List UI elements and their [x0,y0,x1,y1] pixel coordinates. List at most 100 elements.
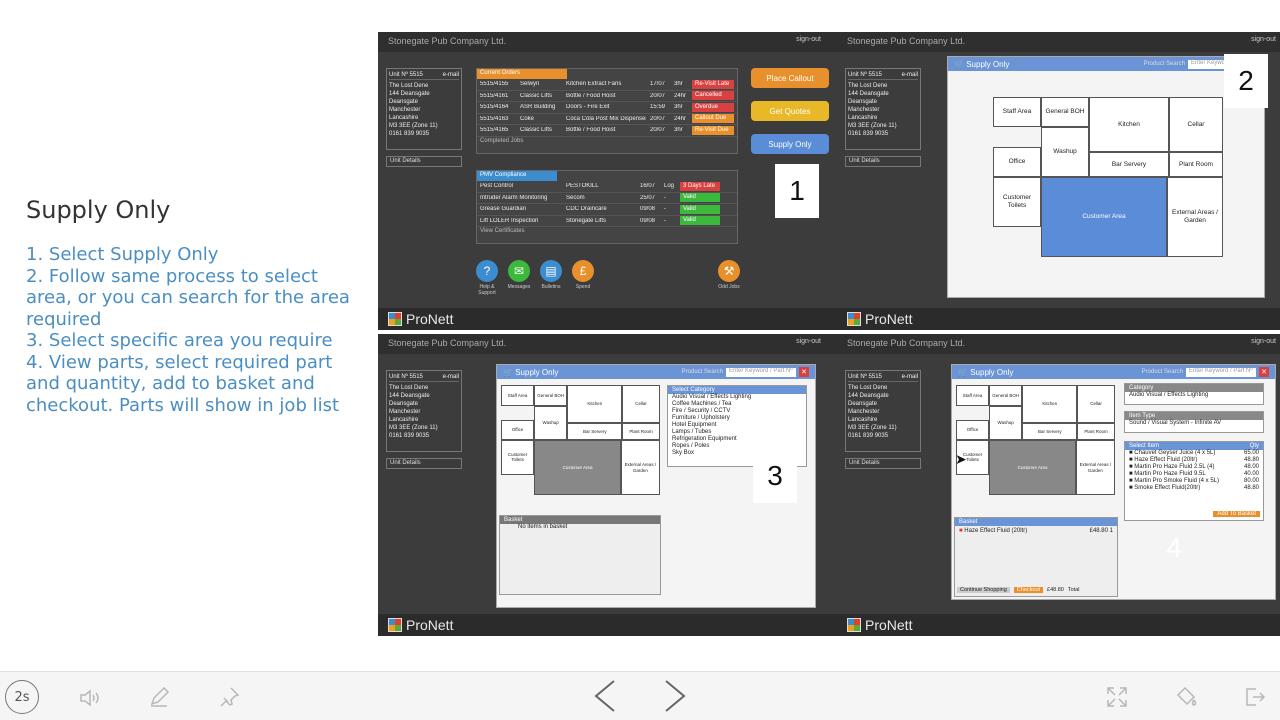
previous-arrow-icon[interactable] [590,676,620,716]
item-row[interactable]: ■ Martin Pro Smoke Fluid (4 x 5L) 80.00 [1125,478,1263,485]
unit-details-button[interactable]: Unit Details [386,458,462,469]
signout-link[interactable]: sign-out [796,36,821,43]
email-link[interactable]: e-mail [443,71,459,79]
room-external[interactable]: External Areas / Garden [1076,440,1115,496]
quick-icon-button[interactable]: ? [476,260,498,282]
search-label: Product Search [1143,61,1185,67]
place-callout-button[interactable]: Place Callout [751,68,829,88]
fullscreen-icon[interactable] [1105,685,1129,709]
room-staff[interactable]: Staff Area [501,385,535,406]
signout-link[interactable]: sign-out [1251,36,1276,43]
email-link[interactable]: e-mail [902,373,918,381]
add-to-basket-button[interactable]: Add To Basket [1213,511,1260,517]
category-item[interactable]: Fire / Security / CCTV [668,408,806,415]
room-bar[interactable]: Bar Servery [1022,422,1078,441]
order-row[interactable]: 5515/4161 Classic Lifts Bottle / Food Hois… [477,91,737,102]
room-plant[interactable]: Plant Room [1169,152,1223,177]
order-row[interactable]: 5515/4165 Classic Lifts Bottle / Food Hois… [477,125,737,137]
room-external[interactable]: External Areas / Garden [1167,177,1223,257]
pin-icon[interactable] [217,685,241,709]
room-washup[interactable]: Washup [534,405,568,441]
room-kitchen[interactable]: Kitchen [1089,97,1169,152]
room-office[interactable]: Office [956,419,990,441]
pmv-row[interactable]: Grease Guardian CDC Draincare 09/08 - Valid [477,204,737,216]
category-item[interactable]: Coffee Machines / Tea [668,401,806,408]
room-washup[interactable]: Washup [989,405,1023,441]
order-row[interactable]: 5515/4164 ASR Building Doors - Fire Exit 15… [477,102,737,114]
item-row[interactable]: ■ Chauvet Geyser Juice (4 x 5L) 65.00 [1125,450,1263,457]
room-boh[interactable]: General BOH [534,385,568,406]
room-staff[interactable]: Staff Area [956,385,990,406]
pencil-icon[interactable] [147,685,171,709]
close-icon[interactable]: ✕ [1259,367,1269,377]
room-boh[interactable]: General BOH [1041,97,1089,127]
category-item[interactable]: Furniture / Upholstery [668,415,806,422]
continue-shopping-button[interactable]: Continue Shopping [957,587,1010,593]
room-bar[interactable]: Bar Servery [567,422,623,441]
unit-details-button[interactable]: Unit Details [845,156,921,167]
room-toilets[interactable]: Customer Toilets [501,440,535,475]
room-washup[interactable]: Washup [1041,127,1089,177]
category-item[interactable]: Audio Visual / Effects Lighting [668,394,806,401]
room-cellar[interactable]: Cellar [1077,385,1115,423]
room-external[interactable]: External Areas / Garden [621,440,660,496]
item-name: Chauvet Geyser Juice (4 x 5L) [1134,450,1216,456]
room-boh[interactable]: General BOH [989,385,1023,406]
room-staff[interactable]: Staff Area [993,97,1041,127]
supply-only-button[interactable]: Supply Only [751,134,829,154]
paint-bucket-icon[interactable] [1175,685,1199,709]
room-customer[interactable]: Customer Area [1041,177,1167,257]
order-row[interactable]: 5515/4163 Coke Coca Cola Post Mix Dispense… [477,114,737,125]
remove-icon[interactable]: ■ [959,528,963,534]
view-certificates-link[interactable]: View Certificates [477,227,737,235]
room-kitchen[interactable]: Kitchen [1022,385,1078,423]
unit-details-button[interactable]: Unit Details [845,458,921,469]
item-row[interactable]: ■ Haze Effect Fluid (20ltr) 48.80 [1125,457,1263,464]
timer-button[interactable]: 2s [5,680,39,714]
category-item[interactable]: Hotel Equipment [668,422,806,429]
basket-item-qty[interactable]: 1 [1110,528,1113,534]
pmv-row[interactable]: Lift LOLER Inspection Stonegate Lifts 09/0… [477,216,737,227]
category-item[interactable]: Refrigeration Equipment [668,436,806,443]
pmv-row[interactable]: Pest Control PESTOKILL 16/07 Log 3 Days Late [477,181,737,193]
order-row[interactable]: 5515/4155 Selwyn Kitchen Extract Fans 17/07… [477,79,737,91]
get-quotes-button[interactable]: Get Quotes [751,101,829,121]
signout-link[interactable]: sign-out [1251,338,1276,345]
email-link[interactable]: e-mail [902,71,918,79]
item-type-field[interactable]: Item Type Sound / Visual System - Infini… [1124,411,1264,433]
room-plant[interactable]: Plant Room [622,422,660,441]
audio-icon[interactable] [78,686,102,710]
close-icon[interactable]: ✕ [799,367,809,377]
pmv-row[interactable]: Intruder Alarm Monitoring Secom 25/07 - Vali… [477,193,737,204]
room-bar[interactable]: Bar Servery [1089,152,1169,177]
signout-link[interactable]: sign-out [796,338,821,345]
category-item[interactable]: Lamps / Tubes [668,429,806,436]
next-arrow-icon[interactable] [660,676,690,716]
search-input[interactable]: Enter Keyword / Part Nº [1186,367,1256,377]
room-customer[interactable]: Customer Area [534,440,622,496]
search-input[interactable]: Enter Keyword / Part Nº [726,367,796,377]
room-kitchen[interactable]: Kitchen [567,385,623,423]
quick-icon-button[interactable]: ✉ [508,260,530,282]
quick-icon-button[interactable]: ▤ [540,260,562,282]
room-customer[interactable]: Customer Area [989,440,1077,496]
quick-icon-button[interactable]: ⚒ [718,260,740,282]
room-toilets[interactable]: Customer Toilets [993,177,1041,227]
room-office[interactable]: Office [501,419,535,441]
quick-icon-label: Bulletins [541,284,561,290]
exit-icon[interactable] [1243,685,1267,709]
item-row[interactable]: ■ Martin Pro Haze Fluid 9.5L 40.00 [1125,471,1263,478]
room-cellar[interactable]: Cellar [1169,97,1223,152]
category-field[interactable]: Category Audio Visual / Effects Lighting [1124,383,1264,405]
room-plant[interactable]: Plant Room [1077,422,1115,441]
order-date: 17/07 [650,81,666,88]
item-row[interactable]: ■ Smoke Effect Fluid(20ltr) 48.80 [1125,485,1263,492]
quick-icon-button[interactable]: £ [572,260,594,282]
room-cellar[interactable]: Cellar [622,385,660,423]
item-row[interactable]: ■ Martin Pro Haze Fluid 2.5L (4) 48.00 [1125,464,1263,471]
checkout-button[interactable]: Checkout [1013,587,1044,593]
completed-jobs-link[interactable]: Completed Jobs [477,137,737,145]
unit-details-button[interactable]: Unit Details [386,156,462,167]
email-link[interactable]: e-mail [443,373,459,381]
room-office[interactable]: Office [993,147,1041,177]
